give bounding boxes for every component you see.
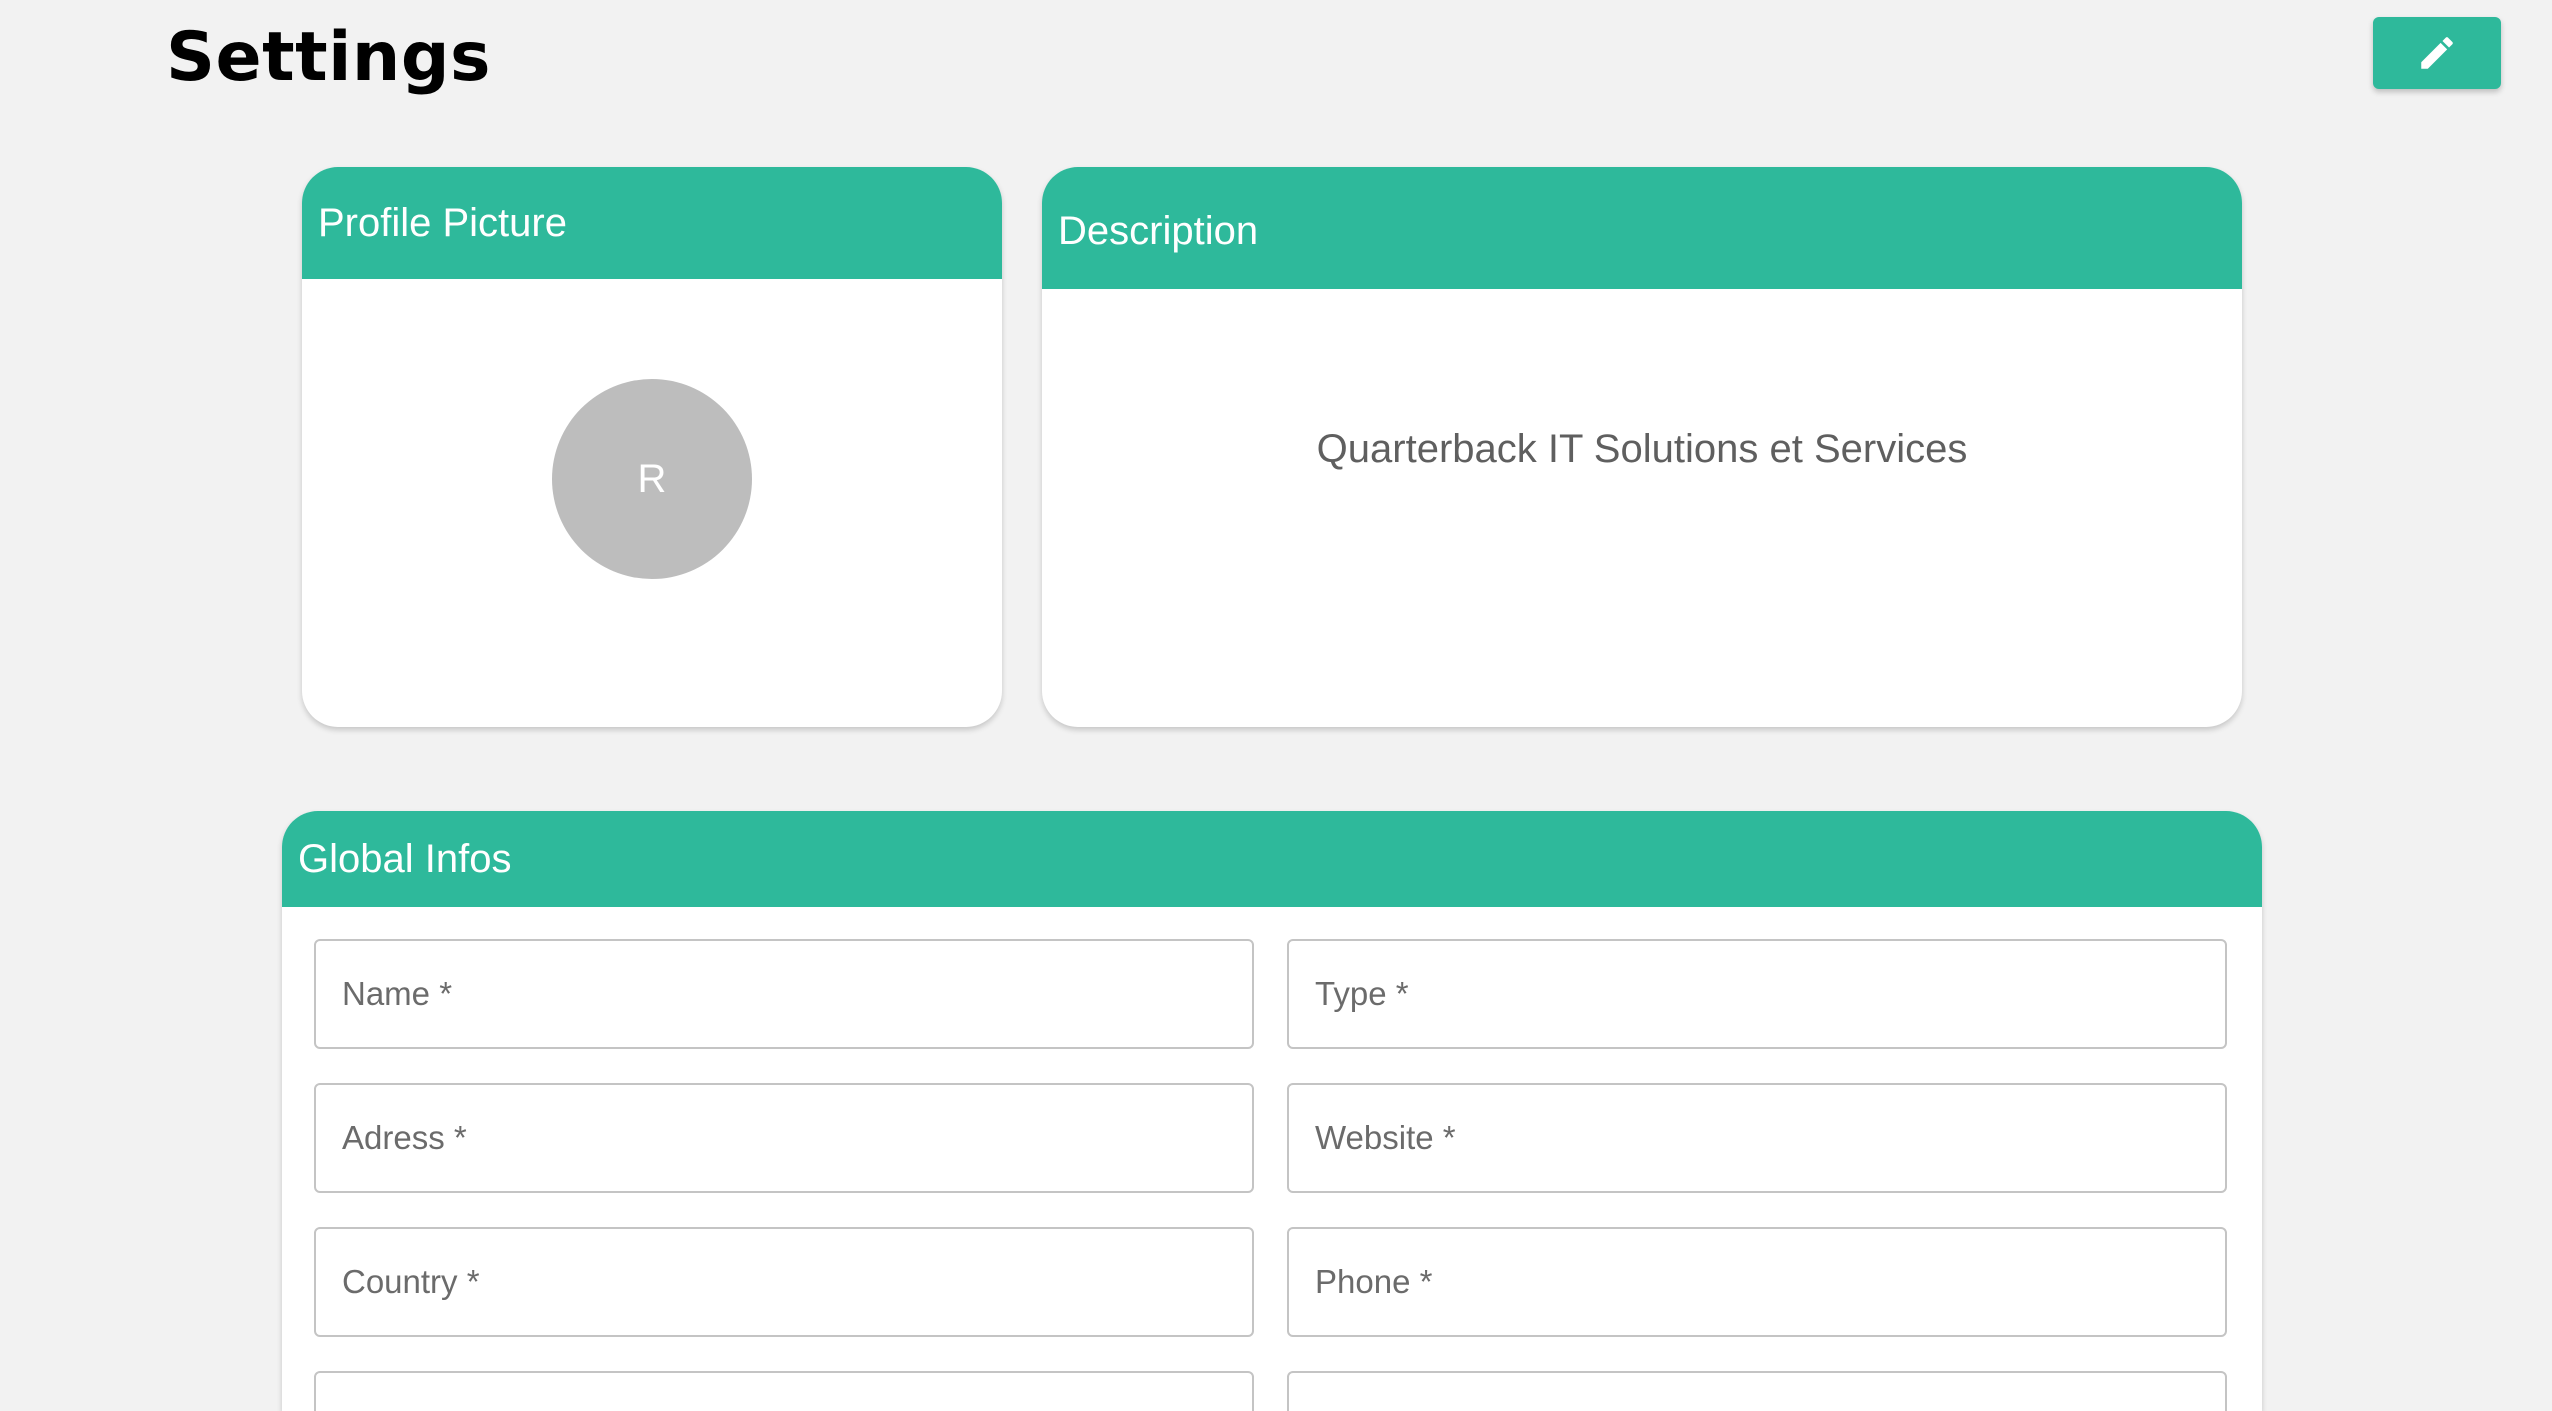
adress-input[interactable] bbox=[316, 1085, 1252, 1191]
edit-button[interactable] bbox=[2373, 17, 2501, 89]
additional-field-left bbox=[314, 1371, 1254, 1411]
name-field bbox=[314, 939, 1254, 1049]
description-card: Description Quarterback IT Solutions et … bbox=[1042, 167, 2242, 727]
global-infos-card: Global Infos bbox=[282, 811, 2262, 1411]
country-field bbox=[314, 1227, 1254, 1337]
pencil-icon bbox=[2416, 32, 2458, 74]
profile-picture-card-title: Profile Picture bbox=[302, 167, 1002, 279]
website-field bbox=[1287, 1083, 2227, 1193]
name-input[interactable] bbox=[316, 941, 1252, 1047]
phone-input[interactable] bbox=[1289, 1229, 2225, 1335]
country-input[interactable] bbox=[316, 1229, 1252, 1335]
type-input[interactable] bbox=[1289, 941, 2225, 1047]
website-input[interactable] bbox=[1289, 1085, 2225, 1191]
additional-input-right[interactable] bbox=[1289, 1373, 2225, 1411]
type-field bbox=[1287, 939, 2227, 1049]
phone-field bbox=[1287, 1227, 2227, 1337]
adress-field bbox=[314, 1083, 1254, 1193]
additional-input-left[interactable] bbox=[316, 1373, 1252, 1411]
additional-field-right bbox=[1287, 1371, 2227, 1411]
page-title: Settings bbox=[166, 18, 491, 97]
description-text: Quarterback IT Solutions et Services bbox=[1316, 427, 1968, 471]
description-card-title: Description bbox=[1042, 167, 2242, 289]
global-infos-card-title: Global Infos bbox=[282, 811, 2262, 907]
profile-picture-card: Profile Picture R bbox=[302, 167, 1002, 727]
avatar[interactable]: R bbox=[552, 379, 752, 579]
